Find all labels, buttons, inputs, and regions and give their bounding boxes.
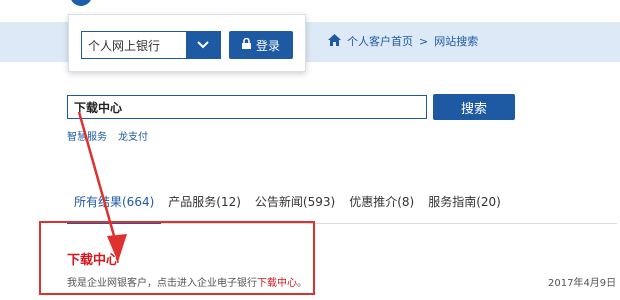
result-desc-prefix: 我是企业网银客户，点击进入企业电子银行 [67, 278, 257, 289]
top-bar [0, 0, 620, 6]
result-title-link[interactable]: 下载中心 [67, 249, 119, 268]
result-desc-link[interactable]: 下载中心 [257, 278, 297, 289]
tab-promotions[interactable]: 优惠推介(8) [342, 188, 421, 223]
login-button-label: 登录 [255, 38, 280, 53]
tab-all-results[interactable]: 所有结果(664) [67, 188, 162, 224]
bank-type-select[interactable]: 个人网上银行 [81, 31, 221, 59]
quick-link-smart-service[interactable]: 智慧服务 [67, 128, 107, 143]
home-icon[interactable] [328, 33, 341, 49]
search-button[interactable]: 搜索 [433, 94, 515, 120]
breadcrumb: 个人客户首页 > 网站搜索 [328, 33, 478, 49]
result-desc-suffix: 。 [297, 278, 307, 289]
login-panel: 个人网上银行 登录 [68, 14, 306, 72]
tab-news[interactable]: 公告新闻(593) [248, 188, 342, 223]
search-input[interactable]: 下载中心 [67, 95, 427, 119]
breadcrumb-current: 网站搜索 [434, 35, 479, 48]
tab-service-guide[interactable]: 服务指南(20) [421, 188, 508, 223]
tab-products[interactable]: 产品服务(12) [161, 188, 248, 223]
breadcrumb-home-link[interactable]: 个人客户首页 [347, 33, 413, 49]
lock-icon [241, 37, 251, 52]
quick-link-long-pay[interactable]: 龙支付 [118, 128, 148, 143]
quick-links: 智慧服务 龙支付 [67, 128, 148, 143]
result-tabs: 所有结果(664) 产品服务(12) 公告新闻(593) 优惠推介(8) 服务指… [67, 188, 617, 224]
login-button[interactable]: 登录 [229, 31, 293, 59]
chevron-down-icon[interactable] [186, 32, 220, 58]
result-description: 我是企业网银客户，点击进入企业电子银行下载中心。 [67, 274, 307, 289]
result-date: 2017年4月9日 [548, 278, 617, 289]
breadcrumb-separator: > [419, 34, 429, 48]
bank-type-value: 个人网上银行 [88, 38, 161, 53]
